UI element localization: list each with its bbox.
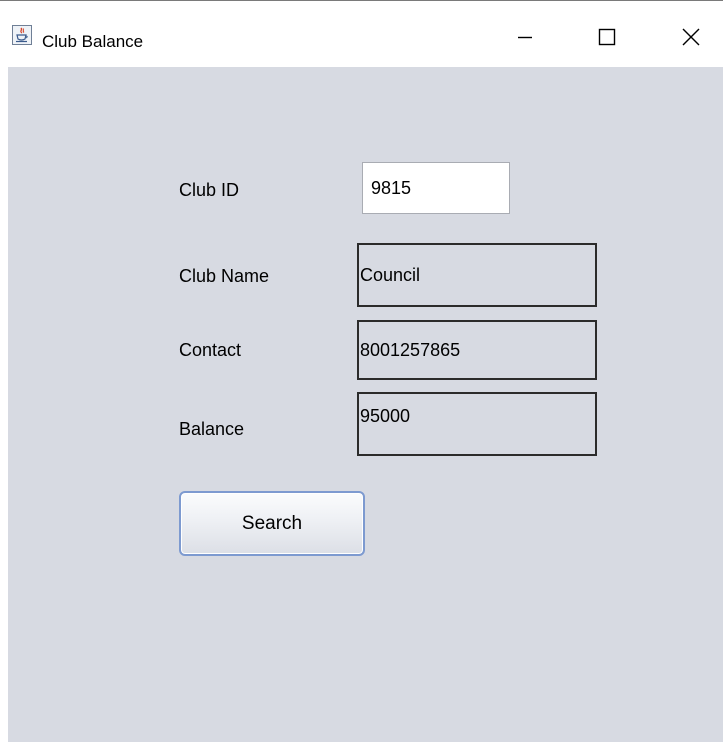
contact-label: Contact <box>179 340 242 360</box>
minimize-icon <box>518 36 532 39</box>
club-id-label: Club ID <box>179 180 240 200</box>
close-button[interactable] <box>671 25 711 49</box>
title-bar[interactable]: Club Balance <box>0 1 723 67</box>
search-button[interactable]: Search <box>179 491 365 556</box>
club-balance-window: Club Balance Club ID Club Name Council C… <box>0 0 723 742</box>
club-name-label: Club Name <box>179 266 270 286</box>
java-cup-icon[interactable] <box>12 25 32 45</box>
balance-label: Balance <box>179 419 245 439</box>
minimize-button[interactable] <box>505 25 545 49</box>
maximize-icon <box>598 28 616 46</box>
maximize-button[interactable] <box>586 25 626 49</box>
content-panel: Club ID Club Name Council Contact 800125… <box>8 67 723 742</box>
balance-value: 95000 <box>357 392 597 456</box>
club-id-input[interactable] <box>362 162 510 214</box>
club-name-value: Council <box>357 243 597 307</box>
close-icon <box>682 28 700 46</box>
window-title: Club Balance <box>42 32 144 51</box>
contact-value: 8001257865 <box>357 320 597 380</box>
